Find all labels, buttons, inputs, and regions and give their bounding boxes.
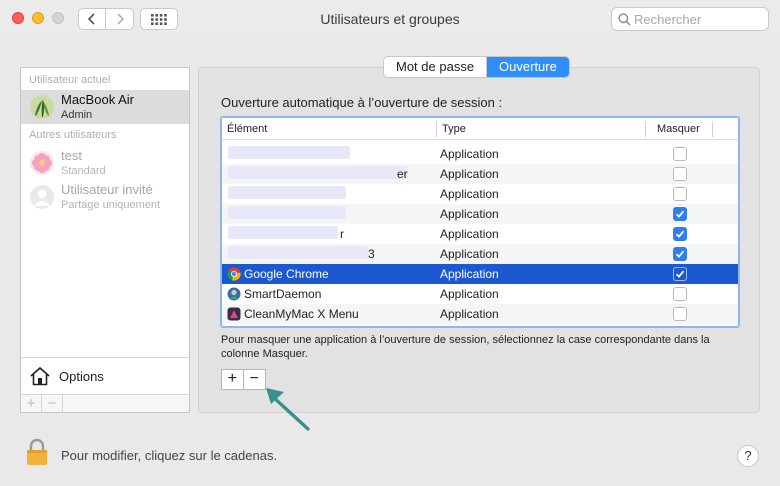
item-type: Application bbox=[440, 207, 499, 221]
item-name: r bbox=[340, 227, 344, 241]
lock-instruction-text: Pour modifier, cliquez sur le cadenas. bbox=[61, 448, 278, 463]
user-name: test bbox=[61, 148, 82, 163]
flower-avatar-icon bbox=[30, 151, 54, 175]
tab-bar: Mot de passe Ouverture bbox=[383, 56, 570, 78]
other-users-section-label: Autres utilisateurs bbox=[29, 129, 117, 141]
item-type: Application bbox=[440, 167, 499, 181]
redacted-name bbox=[228, 146, 350, 159]
table-row[interactable]: er Application bbox=[222, 164, 738, 184]
user-name: Utilisateur invité bbox=[61, 182, 153, 197]
hide-checkbox[interactable] bbox=[673, 247, 687, 261]
house-icon bbox=[30, 366, 50, 386]
tab-password[interactable]: Mot de passe bbox=[384, 57, 488, 77]
plant-avatar-icon bbox=[30, 95, 54, 119]
redacted-name bbox=[228, 206, 346, 219]
chrome-icon bbox=[227, 267, 241, 281]
hide-checkbox[interactable] bbox=[673, 207, 687, 221]
redacted-name bbox=[228, 226, 338, 239]
hide-checkbox[interactable] bbox=[673, 267, 687, 281]
user-role: Standard bbox=[61, 165, 106, 177]
table-row-selected[interactable]: Google Chrome Application bbox=[222, 264, 738, 284]
column-divider bbox=[712, 121, 713, 137]
current-user-name: MacBook Air bbox=[61, 92, 134, 107]
item-name: Google Chrome bbox=[244, 267, 329, 281]
annotation-arrow-icon bbox=[266, 388, 310, 431]
remove-user-button[interactable]: − bbox=[42, 395, 63, 413]
avatar bbox=[30, 185, 54, 209]
item-type: Application bbox=[440, 227, 499, 241]
table-row[interactable]: 3 Application bbox=[222, 244, 738, 264]
table-row[interactable]: SmartDaemon Application bbox=[222, 284, 738, 304]
avatar bbox=[30, 151, 54, 175]
hide-checkbox[interactable] bbox=[673, 227, 687, 241]
hide-checkbox[interactable] bbox=[673, 147, 687, 161]
redacted-name bbox=[228, 246, 368, 259]
users-sidebar: Utilisateur actuel MacBook Air Admin Aut… bbox=[20, 67, 190, 413]
avatar bbox=[30, 95, 54, 119]
help-button[interactable]: ? bbox=[737, 445, 759, 467]
column-divider bbox=[436, 121, 437, 137]
item-name: er bbox=[397, 167, 408, 181]
item-type: Application bbox=[440, 147, 499, 161]
hide-checkbox[interactable] bbox=[673, 187, 687, 201]
item-type: Application bbox=[440, 247, 499, 261]
user-item-test[interactable]: test Standard bbox=[21, 146, 189, 180]
user-role: Partage uniquement bbox=[61, 199, 161, 211]
item-name: 3 bbox=[368, 247, 375, 261]
checkmark-icon bbox=[675, 250, 685, 258]
column-header-item[interactable]: Élément bbox=[227, 123, 267, 135]
hide-checkbox[interactable] bbox=[673, 307, 687, 321]
current-user-role: Admin bbox=[61, 109, 93, 121]
smartdaemon-icon bbox=[227, 287, 241, 301]
guest-avatar-icon bbox=[30, 185, 54, 209]
sidebar-toolbar: + − bbox=[21, 394, 189, 413]
table-row[interactable]: CleanMyMac X Menu Application bbox=[222, 304, 738, 324]
add-user-button[interactable]: + bbox=[21, 395, 42, 413]
title-bar: Utilisateurs et groupes bbox=[0, 0, 780, 38]
checkmark-icon bbox=[675, 270, 685, 278]
search-icon bbox=[618, 13, 631, 26]
add-login-item-button[interactable]: + bbox=[222, 370, 244, 389]
item-type: Application bbox=[440, 267, 499, 281]
hide-hint-text: Pour masquer une application à l’ouvertu… bbox=[221, 334, 710, 360]
tab-login-items[interactable]: Ouverture bbox=[487, 57, 569, 77]
column-divider bbox=[645, 121, 646, 137]
login-items-heading: Ouverture automatique à l’ouverture de s… bbox=[221, 95, 503, 110]
item-type: Application bbox=[440, 287, 499, 301]
current-user-item[interactable]: MacBook Air Admin bbox=[21, 90, 189, 124]
item-type: Application bbox=[440, 187, 499, 201]
sidebar-divider bbox=[21, 357, 189, 358]
item-name: SmartDaemon bbox=[244, 287, 322, 301]
table-row[interactable]: r Application bbox=[222, 224, 738, 244]
search-input[interactable] bbox=[634, 11, 764, 27]
checkmark-icon bbox=[675, 230, 685, 238]
login-options-item[interactable]: Options bbox=[29, 365, 104, 387]
table-row[interactable]: Application bbox=[222, 184, 738, 204]
hide-checkbox[interactable] bbox=[673, 287, 687, 301]
table-row[interactable]: Application bbox=[222, 204, 738, 224]
checkmark-icon bbox=[675, 210, 685, 218]
current-user-section-label: Utilisateur actuel bbox=[29, 74, 111, 86]
redacted-name bbox=[228, 166, 408, 179]
redacted-name bbox=[228, 186, 346, 199]
login-items-table[interactable]: Élément Type Masquer Application er Appl… bbox=[220, 116, 740, 328]
item-name: CleanMyMac X Menu bbox=[244, 307, 359, 321]
cleanmymac-icon bbox=[227, 307, 241, 321]
search-field[interactable] bbox=[611, 7, 769, 31]
hide-checkbox[interactable] bbox=[673, 167, 687, 181]
user-item-guest[interactable]: Utilisateur invité Partage uniquement bbox=[21, 180, 189, 214]
lock-icon[interactable] bbox=[26, 438, 48, 466]
table-header: Élément Type Masquer bbox=[222, 118, 738, 140]
column-header-hide[interactable]: Masquer bbox=[657, 123, 700, 135]
options-label: Options bbox=[59, 368, 104, 384]
column-header-type[interactable]: Type bbox=[442, 123, 466, 135]
item-type: Application bbox=[440, 307, 499, 321]
add-remove-controls: + − bbox=[221, 369, 266, 390]
table-row[interactable]: Application bbox=[222, 144, 738, 164]
